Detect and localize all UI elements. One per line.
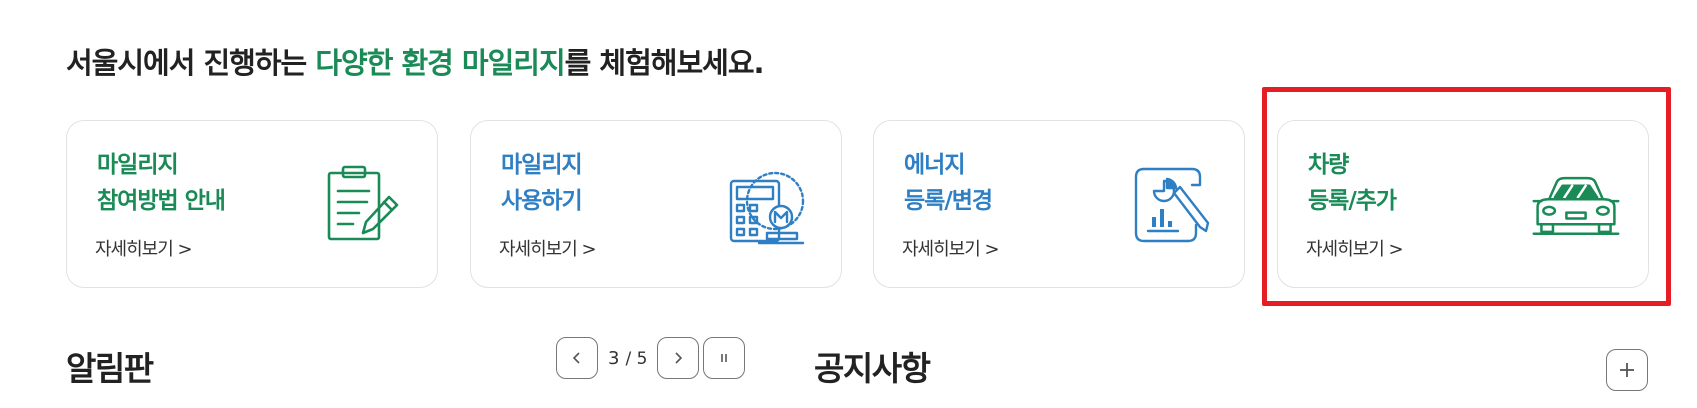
details-link[interactable]: 자세히보기 > xyxy=(902,235,1000,261)
notice-pager: 3/ 5 xyxy=(556,337,746,379)
details-link[interactable]: 자세히보기 > xyxy=(95,235,193,261)
announcements-title: 공지사항 xyxy=(814,349,931,388)
details-link[interactable]: 자세히보기 > xyxy=(499,235,597,261)
chevron-left-icon xyxy=(572,352,580,364)
clipboard-pencil-icon xyxy=(327,165,399,241)
more-announcements-button[interactable] xyxy=(1606,349,1648,391)
notice-board-title: 알림판 xyxy=(66,349,154,388)
page-counter: 3/ 5 xyxy=(608,348,647,369)
current-page: 3 xyxy=(608,347,620,369)
card-title-line1: 마일리지 xyxy=(501,152,583,178)
card-title-line2: 사용하기 xyxy=(501,188,583,214)
page: 서울시에서 진행하는 다양한 환경 마일리지를 체험해보세요. 마일리지 참여방… xyxy=(0,0,1697,408)
headline-accent: 다양한 환경 마일리지 xyxy=(315,46,565,80)
card-mileage-guide[interactable]: 마일리지 참여방법 안내 자세히보기 > xyxy=(66,120,438,288)
headline: 서울시에서 진행하는 다양한 환경 마일리지를 체험해보세요. xyxy=(66,40,765,82)
card-title: 마일리지 사용하기 xyxy=(501,147,583,219)
card-title-line1: 에너지 xyxy=(904,152,965,178)
headline-suffix: 를 체험해보세요. xyxy=(564,46,765,80)
card-energy-register[interactable]: 에너지 등록/변경 자세히보기 > xyxy=(873,120,1245,288)
total-pages: / 5 xyxy=(625,348,648,369)
plus-icon xyxy=(1620,363,1634,377)
next-button[interactable] xyxy=(657,337,700,379)
prev-button[interactable] xyxy=(556,337,598,379)
card-mileage-use[interactable]: 마일리지 사용하기 자세히보기 > xyxy=(470,120,842,288)
highlight-box xyxy=(1262,87,1671,306)
card-title: 마일리지 참여방법 안내 xyxy=(97,147,226,219)
chevron-right-icon xyxy=(675,352,683,364)
card-title-line1: 마일리지 xyxy=(97,152,179,178)
card-title-line2: 참여방법 안내 xyxy=(97,188,226,214)
pause-button[interactable] xyxy=(703,337,746,379)
pause-icon xyxy=(721,354,728,362)
headline-prefix: 서울시에서 진행하는 xyxy=(66,46,316,80)
calculator-coin-icon xyxy=(729,171,805,245)
card-title: 에너지 등록/변경 xyxy=(904,147,993,219)
report-chart-icon xyxy=(1134,167,1210,243)
card-title-line2: 등록/변경 xyxy=(904,188,993,214)
